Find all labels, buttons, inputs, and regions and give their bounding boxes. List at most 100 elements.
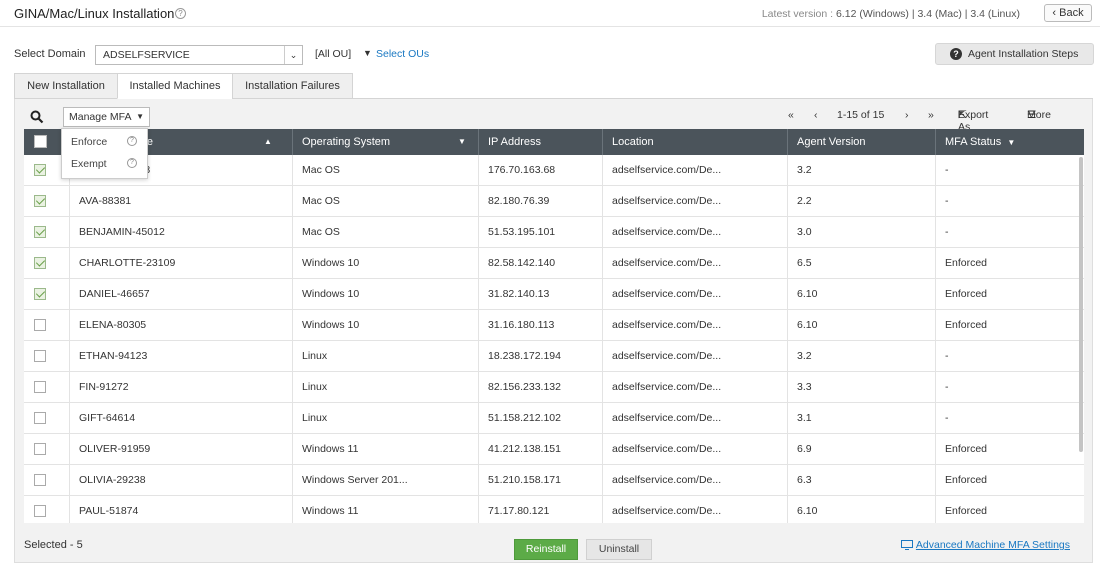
machine-name-cell: OLIVIA-29238 bbox=[69, 465, 292, 495]
tab-installed-machines[interactable]: Installed Machines bbox=[117, 73, 233, 99]
col-location[interactable]: Location bbox=[602, 129, 787, 155]
location-cell: adselfservice.com/De... bbox=[602, 496, 787, 523]
location-cell: adselfservice.com/De... bbox=[602, 310, 787, 340]
filter-icon[interactable]: ▼ bbox=[458, 129, 466, 155]
mfa-status-cell: Enforced bbox=[935, 248, 1084, 278]
agent-version-cell: 3.1 bbox=[787, 403, 935, 433]
table-row[interactable]: ETHAN-94123 Linux 18.238.172.194 adselfserv… bbox=[24, 341, 1084, 372]
latest-version-value: 6.12 (Windows) | 3.4 (Mac) | 3.4 (Linux) bbox=[835, 8, 1020, 20]
selected-count: Selected - 5 bbox=[24, 539, 83, 551]
title-bar: GINA/Mac/Linux Installation ? Latest ver… bbox=[0, 0, 1100, 27]
last-page-icon[interactable]: » bbox=[928, 109, 934, 121]
domain-value: ADSELFSERVICE bbox=[103, 49, 190, 61]
prev-page-icon[interactable]: ‹ bbox=[814, 109, 818, 121]
table-row[interactable]: DANIEL-46657 Windows 10 31.82.140.13 adself… bbox=[24, 279, 1084, 310]
col-ip-address[interactable]: IP Address bbox=[478, 129, 602, 155]
table-row[interactable]: AVA-88381 Mac OS 82.180.76.39 adselfservice… bbox=[24, 186, 1084, 217]
help-icon[interactable]: ? bbox=[127, 158, 137, 168]
caret-down-icon: ▼ bbox=[136, 112, 144, 121]
select-all-checkbox[interactable] bbox=[34, 135, 47, 148]
row-checkbox[interactable] bbox=[34, 381, 46, 393]
os-cell: Windows 11 bbox=[292, 496, 478, 523]
row-checkbox[interactable] bbox=[34, 226, 46, 238]
vertical-scrollbar[interactable] bbox=[1079, 157, 1083, 452]
table-row[interactable]: GIFT-64614 Linux 51.158.212.102 adselfservi… bbox=[24, 403, 1084, 434]
table-row[interactable]: CHARLOTTE-23109 Windows 10 82.58.142.140 ad… bbox=[24, 248, 1084, 279]
tab-new-installation[interactable]: New Installation bbox=[14, 73, 118, 99]
sort-asc-icon[interactable]: ▲ bbox=[264, 129, 272, 155]
col-operating-system[interactable]: Operating System bbox=[292, 129, 478, 155]
mfa-status-cell: - bbox=[935, 403, 1084, 433]
first-page-icon[interactable]: « bbox=[788, 109, 794, 121]
machine-name-cell: BENJAMIN-45012 bbox=[69, 217, 292, 247]
table-row[interactable]: OLIVER-91959 Windows 11 41.212.138.151 adse… bbox=[24, 434, 1084, 465]
domain-select[interactable]: ADSELFSERVICE ⌄ bbox=[95, 45, 303, 65]
row-checkbox[interactable] bbox=[34, 412, 46, 424]
col-agent-version[interactable]: Agent Version bbox=[787, 129, 935, 155]
agent-version-cell: 3.3 bbox=[787, 372, 935, 402]
filter-icon[interactable]: ▼ bbox=[363, 48, 372, 58]
help-icon[interactable]: ? bbox=[175, 8, 186, 19]
latest-version-label: Latest version : bbox=[761, 8, 834, 20]
os-cell: Windows 11 bbox=[292, 434, 478, 464]
location-cell: adselfservice.com/De... bbox=[602, 186, 787, 216]
row-checkbox[interactable] bbox=[34, 319, 46, 331]
mfa-status-cell: Enforced bbox=[935, 310, 1084, 340]
all-ou-label: [All OU] bbox=[315, 48, 352, 60]
row-checkbox[interactable] bbox=[34, 350, 46, 362]
os-cell: Windows Server 201... bbox=[292, 465, 478, 495]
col-mfa-status[interactable]: MFA Status ▼ bbox=[935, 129, 1084, 155]
latest-version: Latest version : 6.12 (Windows) | 3.4 (M… bbox=[762, 8, 1020, 20]
machine-name-cell: PAUL-51874 bbox=[69, 496, 292, 523]
table-row[interactable]: AMELIA-12993Mac OS176.70.163.68adselfser… bbox=[24, 155, 1084, 186]
table-row[interactable]: OLIVIA-29238 Windows Server 201... 51.210.… bbox=[24, 465, 1084, 496]
table-row[interactable]: FIN-91272 Linux 82.156.233.132 adselfservic… bbox=[24, 372, 1084, 403]
menu-item-label: Enforce bbox=[71, 136, 108, 148]
agent-version-cell: 3.2 bbox=[787, 155, 935, 185]
location-cell: adselfservice.com/De... bbox=[602, 465, 787, 495]
mfa-status-cell: - bbox=[935, 217, 1084, 247]
row-checkbox[interactable] bbox=[34, 257, 46, 269]
os-cell: Linux bbox=[292, 372, 478, 402]
row-checkbox[interactable] bbox=[34, 474, 46, 486]
mfa-status-cell: - bbox=[935, 372, 1084, 402]
reinstall-button[interactable]: Reinstall bbox=[514, 539, 578, 560]
row-checkbox[interactable] bbox=[34, 505, 46, 517]
grid-footer: Selected - 5 Reinstall Uninstall Advance… bbox=[24, 531, 1084, 560]
tab-bar: New Installation Installed Machines Inst… bbox=[14, 73, 1093, 99]
agent-steps-label: Agent Installation Steps bbox=[968, 48, 1079, 60]
page-title: GINA/Mac/Linux Installation bbox=[14, 6, 175, 21]
page-range: 1-15 of 15 bbox=[837, 109, 885, 121]
menu-item-enforce[interactable]: Enforce ? bbox=[62, 131, 147, 153]
agent-installation-steps-button[interactable]: ? Agent Installation Steps bbox=[935, 43, 1094, 65]
back-button[interactable]: ‹ Back bbox=[1044, 4, 1092, 22]
agent-version-cell: 3.2 bbox=[787, 341, 935, 371]
mfa-status-cell: Enforced bbox=[935, 496, 1084, 523]
select-ous-link[interactable]: Select OUs bbox=[376, 48, 429, 60]
ip-cell: 51.210.158.171 bbox=[478, 465, 602, 495]
table-row[interactable]: PAUL-51874 Windows 11 71.17.80.121 adselfse… bbox=[24, 496, 1084, 523]
os-cell: Windows 10 bbox=[292, 248, 478, 278]
help-icon[interactable]: ? bbox=[127, 136, 137, 146]
ip-cell: 71.17.80.121 bbox=[478, 496, 602, 523]
row-checkbox[interactable] bbox=[34, 164, 46, 176]
grid-header: Machine Name ▲ Operating System ▼ IP Add… bbox=[24, 129, 1084, 155]
manage-mfa-dropdown[interactable]: Manage MFA ▼ bbox=[63, 107, 150, 127]
search-icon[interactable] bbox=[30, 110, 44, 124]
row-checkbox[interactable] bbox=[34, 443, 46, 455]
filter-icon[interactable]: ▼ bbox=[1007, 138, 1015, 147]
manage-mfa-label: Manage MFA bbox=[69, 111, 132, 123]
back-label: Back bbox=[1059, 7, 1084, 19]
table-row[interactable]: BENJAMIN-45012 Mac OS 51.53.195.101 adselfs… bbox=[24, 217, 1084, 248]
uninstall-button[interactable]: Uninstall bbox=[586, 539, 652, 560]
agent-version-cell: 6.3 bbox=[787, 465, 935, 495]
row-checkbox[interactable] bbox=[34, 288, 46, 300]
table-row[interactable]: ELENA-80305 Windows 10 31.16.180.113 adself… bbox=[24, 310, 1084, 341]
mfa-status-cell: Enforced bbox=[935, 465, 1084, 495]
next-page-icon[interactable]: › bbox=[905, 109, 909, 121]
tab-installation-failures[interactable]: Installation Failures bbox=[232, 73, 353, 99]
advanced-mfa-settings-link[interactable]: Advanced Machine MFA Settings bbox=[916, 539, 1070, 551]
menu-item-exempt[interactable]: Exempt ? bbox=[62, 153, 147, 175]
row-checkbox[interactable] bbox=[34, 195, 46, 207]
location-cell: adselfservice.com/De... bbox=[602, 434, 787, 464]
